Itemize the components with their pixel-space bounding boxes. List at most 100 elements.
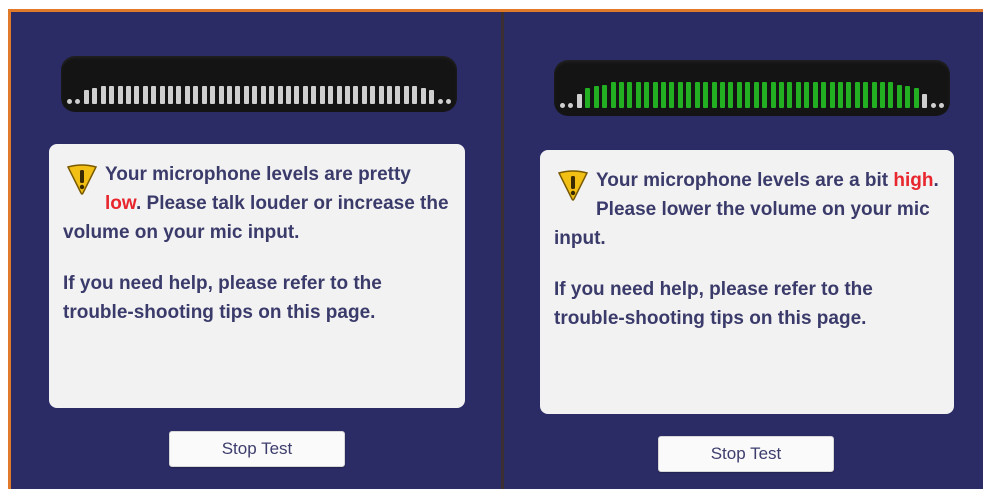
meter-bar (837, 82, 843, 108)
meter-bar (770, 82, 776, 108)
meter-bar (778, 82, 784, 108)
level-highlight: high (893, 170, 934, 191)
meter-bar (896, 84, 902, 108)
meter-bar (602, 84, 608, 108)
meter-bar (134, 86, 140, 104)
meter-bar (412, 86, 418, 104)
meter-bar (627, 82, 633, 108)
meter-bar (168, 86, 174, 104)
meter-bar (677, 82, 683, 108)
meter-bar (938, 103, 944, 108)
mic-test-frame: Your microphone levels are pretty low. P… (8, 9, 983, 489)
meter-bar (193, 86, 199, 104)
meter-bar (593, 86, 599, 108)
meter-bar (854, 82, 860, 108)
meter-bar (210, 86, 216, 104)
meter-bar (100, 86, 106, 104)
meter-bar (344, 86, 350, 104)
meter-bar (125, 86, 131, 104)
meter-bar (871, 82, 877, 108)
meter-bar (142, 86, 148, 104)
meter-bar (218, 86, 224, 104)
help-text: If you need help, please refer to the tr… (63, 273, 382, 323)
meter-bar (863, 82, 869, 108)
meter-bar (846, 82, 852, 108)
meter-bars (560, 82, 944, 108)
meter-bar (610, 82, 616, 108)
meter-bar (117, 86, 123, 104)
message-pre: Your microphone levels are pretty (105, 164, 411, 185)
meter-bar (294, 86, 300, 104)
meter-bar (787, 82, 793, 108)
meter-bar (285, 86, 291, 104)
meter-bar (252, 86, 258, 104)
meter-bar (67, 99, 72, 104)
message-box: Your microphone levels are pretty low. P… (49, 144, 465, 408)
meter-bar (151, 86, 157, 104)
meter-bar (644, 82, 650, 108)
meter-bar (804, 82, 810, 108)
meter-bar (711, 82, 717, 108)
meter-bar (395, 86, 401, 104)
help-text: If you need help, please refer to the tr… (554, 279, 873, 329)
level-meter (554, 60, 950, 116)
meter-bar (319, 86, 325, 104)
panel-high-level: Your microphone levels are a bit high. P… (504, 12, 983, 489)
meter-bar (92, 88, 98, 104)
meter-bar (445, 99, 451, 104)
meter-bar (159, 86, 165, 104)
meter-bar (302, 86, 308, 104)
meter-bar (635, 82, 641, 108)
warning-icon (66, 164, 98, 195)
meter-bar (336, 86, 342, 104)
meter-bar (753, 82, 759, 108)
meter-bar (585, 87, 591, 108)
meter-bar (387, 86, 393, 104)
meter-bar (618, 82, 624, 108)
message-text: Your microphone levels are a bit high. P… (554, 166, 940, 253)
meter-bar (227, 86, 233, 104)
meter-bar (243, 86, 249, 104)
meter-bar (83, 90, 89, 104)
meter-bar (745, 82, 751, 108)
meter-bar (260, 86, 266, 104)
meter-bar (311, 86, 317, 104)
meter-bar (75, 99, 81, 104)
stop-test-button[interactable]: Stop Test (658, 436, 834, 472)
level-meter (61, 56, 457, 112)
meter-bar (720, 82, 726, 108)
meter-bar (669, 82, 675, 108)
meter-bar (913, 87, 919, 108)
meter-bar (905, 86, 911, 108)
meter-bar (277, 86, 283, 104)
meter-bar (930, 103, 936, 108)
meter-bar (560, 103, 565, 108)
meter-bar (812, 82, 818, 108)
message-pre: Your microphone levels are a bit (596, 170, 894, 191)
meter-bar (694, 82, 700, 108)
panel-low-level: Your microphone levels are pretty low. P… (11, 12, 501, 489)
meter-bar (328, 86, 334, 104)
meter-bar (762, 82, 768, 108)
meter-bar (420, 88, 426, 104)
warning-icon (557, 170, 589, 201)
meter-bar (652, 82, 658, 108)
meter-bar (703, 82, 709, 108)
meter-bar (922, 94, 928, 108)
meter-bar (235, 86, 241, 104)
meter-bar (378, 86, 384, 104)
message-box: Your microphone levels are a bit high. P… (540, 150, 954, 414)
meter-bar (736, 82, 742, 108)
meter-bar (829, 82, 835, 108)
meter-bar (686, 82, 692, 108)
meter-bar (795, 82, 801, 108)
meter-bar (176, 86, 182, 104)
meter-bar (661, 82, 667, 108)
meter-bar (184, 86, 190, 104)
stop-test-button[interactable]: Stop Test (169, 431, 345, 467)
meter-bar (568, 103, 574, 108)
meter-bar (353, 86, 359, 104)
message-text: Your microphone levels are pretty low. P… (63, 160, 451, 247)
meter-bar (576, 94, 582, 108)
meter-bar (437, 99, 443, 104)
